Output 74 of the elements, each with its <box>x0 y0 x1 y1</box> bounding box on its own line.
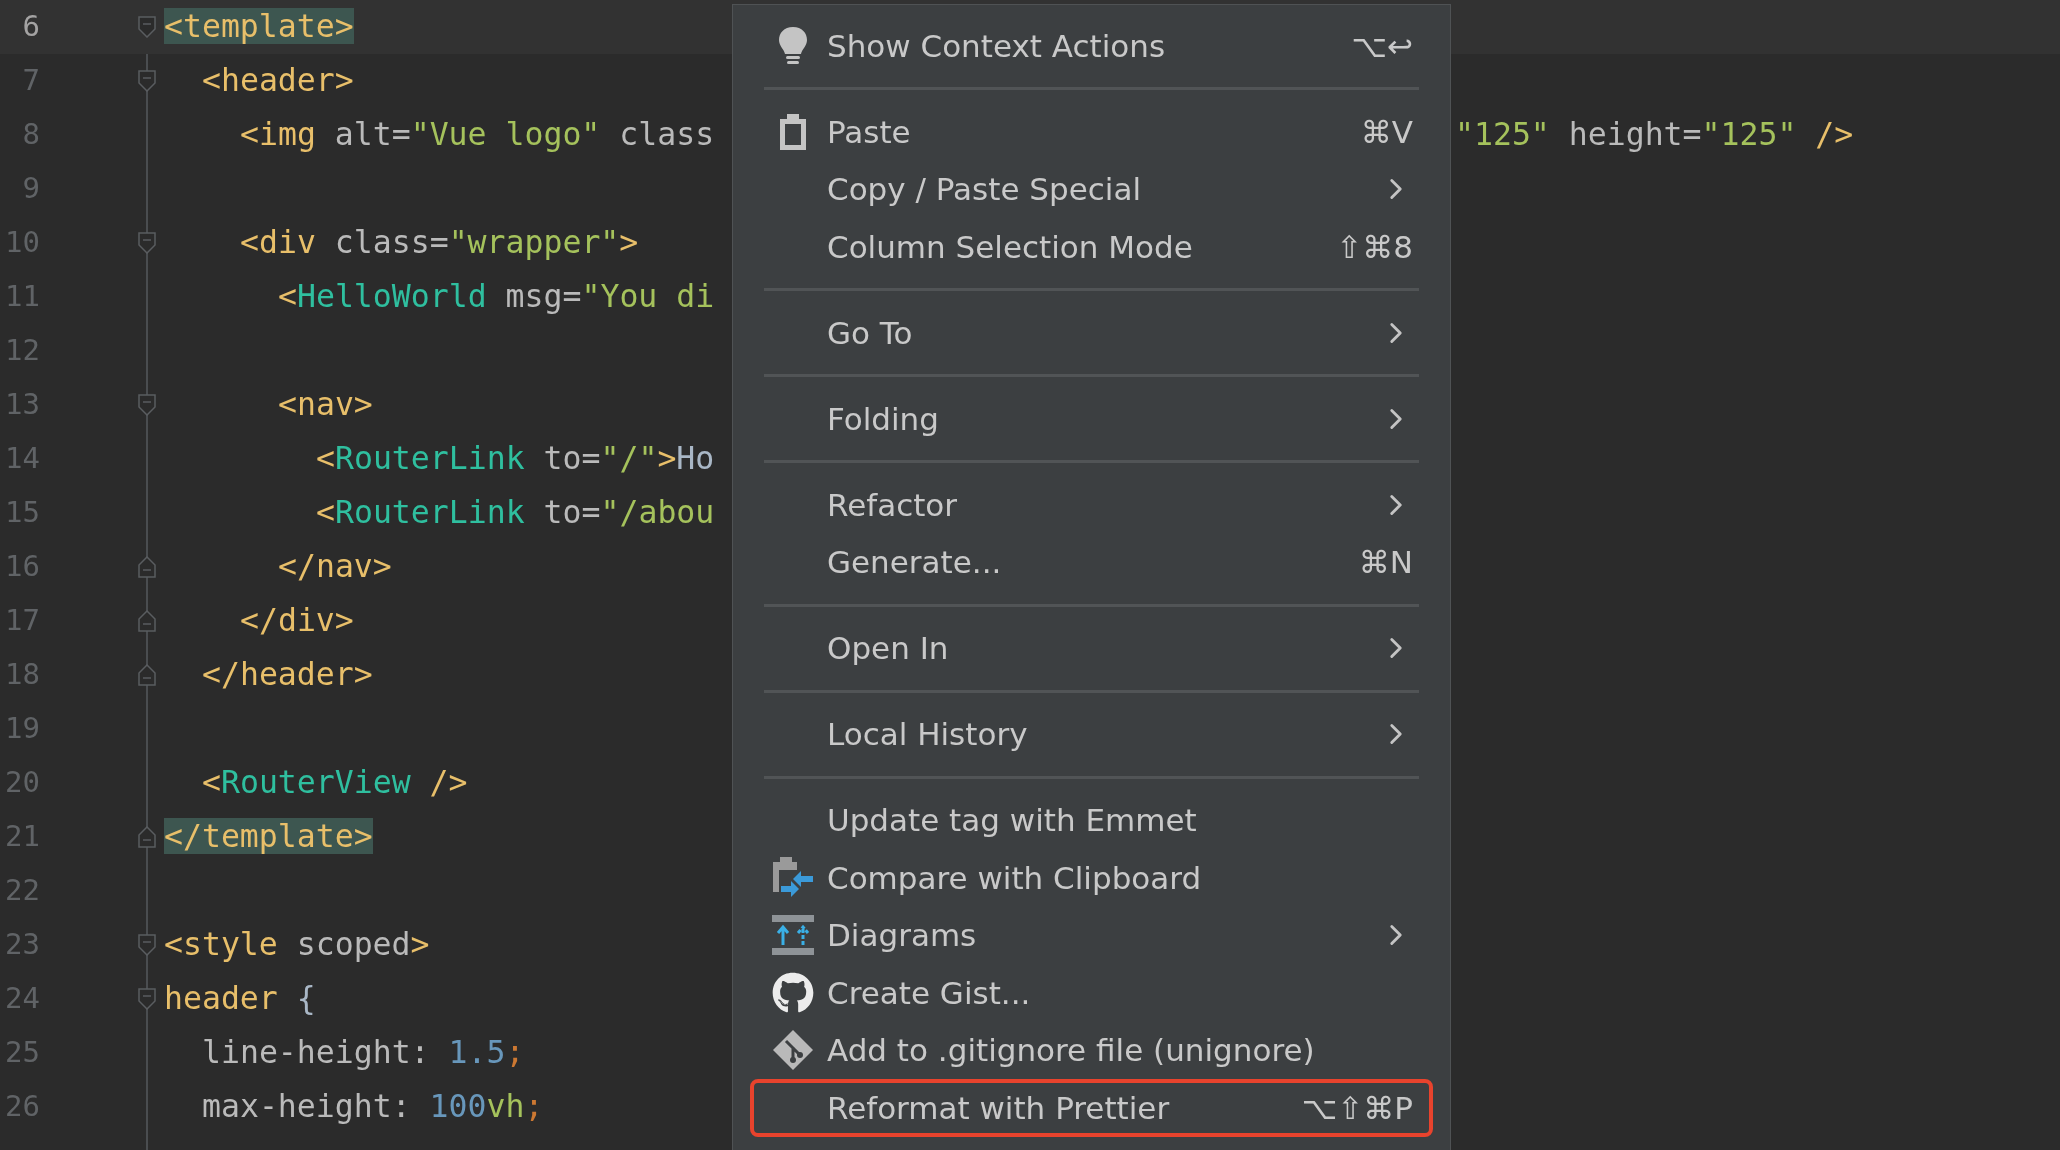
menu-item[interactable]: Reformat with Prettier ⌥⇧⌘P <box>750 1079 1433 1137</box>
diagram-icon <box>772 915 814 956</box>
code-line: <RouterLink to="/">Ho <box>316 440 715 477</box>
menu-item[interactable]: Local History <box>750 705 1433 763</box>
line-number: 23 <box>4 926 40 964</box>
line-number: 6 <box>21 8 40 46</box>
code-line: <nav> <box>278 386 373 423</box>
code-line: <div class="wrapper"> <box>240 224 639 261</box>
fold-marker-icon[interactable] <box>138 556 156 578</box>
fold-marker-icon[interactable] <box>138 70 156 92</box>
line-number: 15 <box>4 494 40 532</box>
fold-marker-icon[interactable] <box>138 232 156 254</box>
fold-marker-icon[interactable] <box>138 826 156 848</box>
compare-clipboard-icon <box>771 855 815 900</box>
shortcut-label: ⌘V <box>1360 112 1413 152</box>
line-number: 8 <box>21 116 40 154</box>
line-number: 26 <box>4 1088 40 1126</box>
code-line: <img alt="Vue logo" class <box>240 116 715 153</box>
shortcut-label: ⇧⌘8 <box>1336 227 1413 267</box>
line-number: 10 <box>4 224 40 262</box>
menu-item[interactable]: Diagrams <box>750 906 1433 964</box>
code-line: <RouterView /> <box>202 764 468 801</box>
fold-marker-icon[interactable] <box>138 988 156 1010</box>
line-number: 9 <box>21 170 40 208</box>
line-number: 11 <box>4 278 40 316</box>
line-number: 18 <box>4 656 40 694</box>
clipboard-icon <box>778 112 808 151</box>
line-number: 22 <box>4 872 40 910</box>
code-line: <style scoped> <box>164 926 430 963</box>
line-number: 25 <box>4 1034 40 1072</box>
code-line: <header> <box>202 62 354 99</box>
code-line: line-height: 1.5; <box>202 1034 525 1071</box>
code-line: "125" height="125" /> <box>1455 115 1854 155</box>
line-number: 12 <box>4 332 40 370</box>
menu-item[interactable]: Create Gist... <box>750 964 1433 1022</box>
line-number: 14 <box>4 440 40 478</box>
fold-marker-icon[interactable] <box>138 394 156 416</box>
code-line: <RouterLink to="/abou <box>316 494 715 531</box>
line-number: 24 <box>4 980 40 1018</box>
menu-item[interactable]: Refactor <box>750 476 1433 534</box>
shortcut-label: ⌥↩ <box>1351 26 1413 66</box>
line-number: 17 <box>4 602 40 640</box>
shortcut-label: ⌘N <box>1358 543 1413 582</box>
cat-logo-icon <box>772 971 814 1014</box>
line-number: 7 <box>21 62 40 100</box>
code-line: </nav> <box>278 548 392 585</box>
menu-item[interactable]: Open In <box>750 619 1433 677</box>
menu-item[interactable]: Compare with Clipboard <box>750 849 1433 907</box>
light-bulb-icon <box>778 25 808 66</box>
code-line: header { <box>164 980 316 1017</box>
line-number: 19 <box>4 710 40 748</box>
menu-item[interactable]: Generate... ⌘N <box>750 533 1433 591</box>
code-line: max-height: 100vh; <box>202 1088 544 1125</box>
shortcut-label: ⌥⇧⌘P <box>1301 1088 1413 1128</box>
menu-item[interactable]: Paste ⌘V <box>750 103 1433 161</box>
line-number: 16 <box>4 548 40 586</box>
menu-item[interactable]: Copy / Paste Special <box>750 160 1433 218</box>
menu-item[interactable]: Folding <box>750 390 1433 448</box>
code-line: </div> <box>240 602 354 639</box>
branch-diamond-icon <box>772 1029 814 1072</box>
line-number: 21 <box>4 818 40 856</box>
line-number: 13 <box>4 386 40 424</box>
code-line: <HelloWorld msg="You di <box>278 278 715 315</box>
menu-item[interactable]: Update tag with Emmet <box>750 791 1433 849</box>
menu-item[interactable]: Show Context Actions ⌥↩ <box>750 17 1433 75</box>
menu-item[interactable]: Add to .gitignore file (unignore) <box>750 1021 1433 1079</box>
menu-item[interactable]: Column Selection Mode ⇧⌘8 <box>750 218 1433 276</box>
fold-marker-icon[interactable] <box>138 610 156 632</box>
fold-marker-icon[interactable] <box>138 934 156 956</box>
fold-marker-icon[interactable] <box>138 16 156 38</box>
menu-item[interactable]: Go To <box>750 304 1433 362</box>
code-line: </header> <box>202 656 373 693</box>
line-number: 20 <box>4 764 40 802</box>
fold-marker-icon[interactable] <box>138 664 156 686</box>
